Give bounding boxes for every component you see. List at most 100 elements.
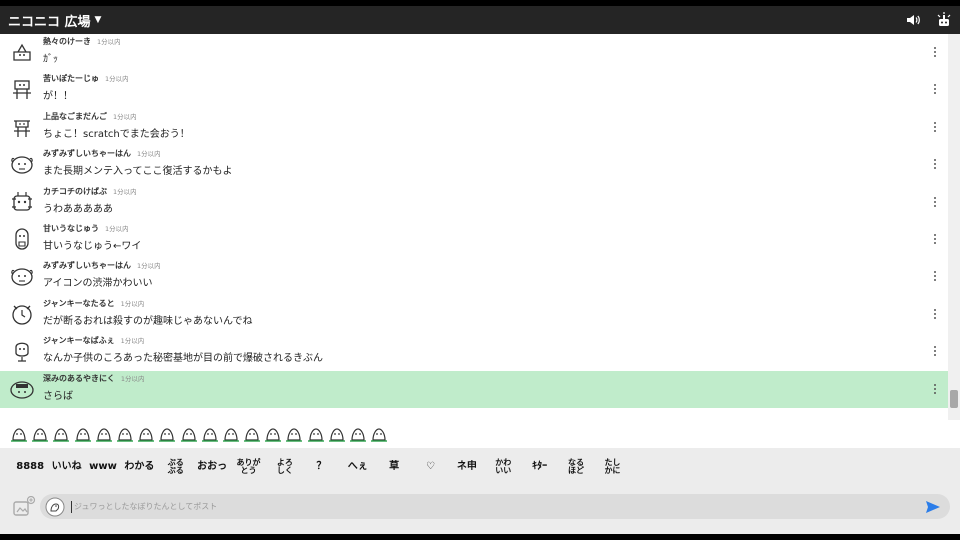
stamp-cat-icon[interactable] bbox=[307, 425, 325, 443]
character-clock-icon[interactable] bbox=[8, 300, 36, 328]
stamp-robot-icon[interactable] bbox=[52, 425, 70, 443]
message-author: みずみずしいちゃーはん bbox=[43, 261, 131, 271]
alert-robot-icon[interactable] bbox=[936, 12, 952, 28]
reaction-button[interactable]: 8888 bbox=[12, 461, 48, 473]
message-text: うわあああああ bbox=[43, 203, 113, 215]
volume-icon[interactable] bbox=[906, 12, 922, 28]
add-image-icon[interactable] bbox=[12, 495, 36, 518]
message-body: 甘いうなじゅう 1分以内 甘いうなじゅう←ワイ bbox=[43, 223, 141, 252]
character-potage-icon[interactable] bbox=[8, 75, 36, 103]
more-options-icon[interactable] bbox=[928, 306, 942, 322]
stamp-pilgrim-icon[interactable] bbox=[137, 425, 155, 443]
chat-log: 熱々のけーき 1分以内 ｶﾞｯ 苦いぽたーじゅ 1分以内 が！！ 上品なごまだんご 1分以内ち… bbox=[0, 34, 948, 420]
stamp-wave-icon[interactable] bbox=[116, 425, 134, 443]
stamp-frog-icon[interactable] bbox=[95, 425, 113, 443]
character-unaju-icon[interactable] bbox=[8, 225, 36, 253]
stamp-penguin-icon[interactable] bbox=[158, 425, 176, 443]
more-options-icon[interactable] bbox=[928, 156, 942, 172]
chat-message: カチコチのけばぶ 1分以内 うわあああああ bbox=[0, 184, 948, 221]
reaction-button[interactable]: ♡ bbox=[412, 461, 448, 473]
stamp-frog-icon[interactable] bbox=[243, 425, 261, 443]
reaction-button[interactable]: ｷﾀｰ bbox=[521, 461, 557, 473]
message-meta: みずみずしいちゃーはん 1分以内 bbox=[43, 260, 161, 271]
message-meta: ジャンキーなぱふぇ 1分以内 bbox=[43, 335, 323, 346]
chat-message: ジャンキーなたると 1分以内 だが断るおれは殺すのが趣味じゃあないんでね bbox=[0, 296, 948, 333]
reaction-button[interactable]: たし かに bbox=[594, 458, 630, 476]
character-dango-icon[interactable] bbox=[8, 113, 36, 141]
reaction-button[interactable]: いいね bbox=[48, 461, 84, 473]
more-options-icon[interactable] bbox=[928, 44, 942, 60]
message-body: 深みのあるやきにく 1分以内 さらば bbox=[43, 373, 144, 402]
character-chahan-icon[interactable] bbox=[8, 150, 36, 178]
chevron-down-icon: ▼ bbox=[94, 15, 102, 25]
character-yakiniku-icon[interactable] bbox=[8, 375, 36, 403]
stamp-chick-icon[interactable] bbox=[222, 425, 240, 443]
reaction-button[interactable]: おおっ bbox=[194, 461, 230, 473]
message-author: カチコチのけばぶ bbox=[43, 186, 107, 196]
more-options-icon[interactable] bbox=[928, 343, 942, 359]
reaction-button[interactable]: ありが とう bbox=[230, 458, 266, 476]
chat-message: 苦いぽたーじゅ 1分以内 が！！ bbox=[0, 71, 948, 108]
stamp-kebab-icon[interactable] bbox=[264, 425, 282, 443]
reaction-button[interactable]: www bbox=[85, 461, 121, 473]
message-text: ちょこ！scratchでまた会おう！ bbox=[43, 128, 190, 140]
message-author: 熱々のけーき bbox=[43, 37, 91, 46]
character-chahan-icon[interactable] bbox=[8, 262, 36, 290]
message-time: 1分以内 bbox=[137, 150, 161, 159]
stamp-bear-icon[interactable] bbox=[370, 425, 388, 443]
more-options-icon[interactable] bbox=[928, 381, 942, 397]
quick-reaction-bar: 8888 いいね www わかる ぷる ぷる おおっ ありが とう よろ しく？へぇ草 ♡ ネ申か… bbox=[0, 448, 960, 486]
chat-message: ジャンキーなぱふぇ 1分以内 なんか子供のころあった秘密基地が目の前で爆破されるきぶ… bbox=[0, 333, 948, 370]
message-author: 甘いうなじゅう bbox=[43, 223, 99, 233]
stamp-pilgrim-icon[interactable] bbox=[180, 425, 198, 443]
character-kebab-icon[interactable] bbox=[8, 188, 36, 216]
stamp-pilgrim-icon[interactable] bbox=[349, 425, 367, 443]
stamp-pilgrim-icon[interactable] bbox=[201, 425, 219, 443]
more-options-icon[interactable] bbox=[928, 119, 942, 135]
message-body: 苦いぽたーじゅ 1分以内 が！！ bbox=[43, 73, 129, 102]
more-options-icon[interactable] bbox=[928, 268, 942, 284]
message-body: 熱々のけーき 1分以内 ｶﾞｯ bbox=[43, 36, 121, 65]
more-options-icon[interactable] bbox=[928, 194, 942, 210]
character-parfait-icon[interactable] bbox=[8, 337, 36, 365]
scrollbar-thumb[interactable] bbox=[950, 390, 958, 408]
chat-scrollbar[interactable] bbox=[948, 34, 960, 420]
message-body: ジャンキーなたると 1分以内 だが断るおれは殺すのが趣味じゃあないんでね bbox=[43, 298, 253, 327]
more-options-icon[interactable] bbox=[928, 81, 942, 97]
room-selector[interactable]: ニコニコ 広場 ▼ bbox=[0, 11, 101, 30]
reaction-button[interactable]: わかる bbox=[121, 461, 157, 473]
stamp-frog-icon[interactable] bbox=[74, 425, 92, 443]
chat-message: 熱々のけーき 1分以内 ｶﾞｯ bbox=[0, 34, 948, 71]
reaction-button[interactable]: ぷる ぷる bbox=[158, 458, 194, 476]
message-text: また長期メンテ入ってここ復活するかもよ bbox=[43, 166, 233, 178]
message-meta: 熱々のけーき 1分以内 bbox=[43, 36, 121, 47]
reaction-button[interactable]: ？ bbox=[303, 461, 339, 473]
message-author: みずみずしいちゃーはん bbox=[43, 149, 131, 159]
message-time: 1分以内 bbox=[120, 374, 145, 383]
message-text: なんか子供のころあった秘密基地が目の前で爆破されるきぶん bbox=[43, 353, 323, 365]
reaction-button[interactable]: へぇ bbox=[340, 461, 376, 473]
reaction-button[interactable]: かわ いい bbox=[485, 458, 521, 476]
message-time: 1分以内 bbox=[97, 38, 121, 46]
more-options-icon[interactable] bbox=[928, 231, 942, 247]
send-icon[interactable] bbox=[922, 496, 944, 518]
reaction-button[interactable]: よろ しく bbox=[267, 458, 303, 476]
stamp-dino-icon[interactable] bbox=[31, 425, 49, 443]
composer bbox=[0, 486, 960, 534]
reaction-button[interactable]: なる ほど bbox=[558, 458, 594, 476]
reaction-button[interactable]: ネ申 bbox=[449, 461, 485, 473]
stamp-bird-icon[interactable] bbox=[10, 425, 28, 443]
character-cake-icon[interactable] bbox=[8, 38, 36, 66]
stamp-robot-icon[interactable] bbox=[285, 425, 303, 443]
message-meta: 深みのあるやきにく 1分以内 bbox=[43, 373, 144, 384]
message-body: 上品なごまだんご 1分以内 ちょこ！scratchでまた会おう！ bbox=[43, 111, 190, 140]
message-author: 深みのあるやきにく bbox=[43, 373, 115, 383]
reaction-button[interactable]: 草 bbox=[376, 461, 412, 473]
message-meta: 上品なごまだんご 1分以内 bbox=[43, 111, 190, 122]
message-author: 苦いぽたーじゅ bbox=[43, 74, 99, 84]
app-header: ニコニコ 広場 ▼ bbox=[0, 6, 960, 34]
stamp-pilgrim-icon[interactable] bbox=[328, 425, 346, 443]
post-input[interactable] bbox=[71, 500, 922, 513]
user-avatar-icon[interactable] bbox=[45, 497, 65, 517]
message-meta: 甘いうなじゅう 1分以内 bbox=[43, 223, 141, 234]
